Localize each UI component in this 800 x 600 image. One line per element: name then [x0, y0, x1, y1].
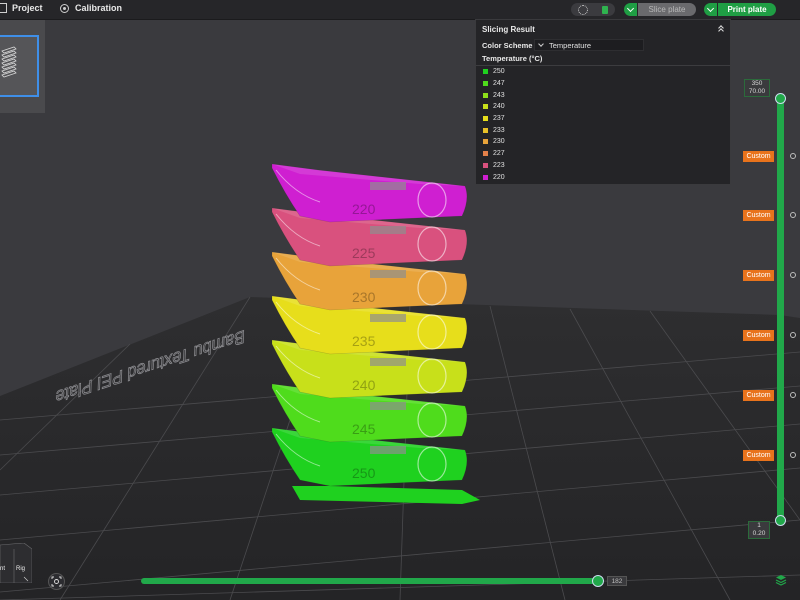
- legend-swatch: [483, 81, 488, 87]
- tag-settings-icon[interactable]: [790, 392, 796, 398]
- legend-item: 247: [483, 78, 505, 90]
- legend-label: 247: [493, 80, 505, 88]
- legend-item: 243: [483, 89, 505, 101]
- tag-settings-icon[interactable]: [790, 452, 796, 458]
- fit-view-icon: [51, 576, 62, 587]
- tower-temperature-label: 235: [352, 333, 376, 349]
- legend-item: 233: [483, 124, 505, 136]
- legend-swatch: [483, 139, 488, 145]
- legend-label: 250: [493, 68, 505, 76]
- legend-swatch: [483, 151, 488, 157]
- panel-title: Slicing Result: [482, 25, 535, 34]
- divider: [476, 65, 730, 66]
- legend-label: 233: [493, 126, 505, 134]
- plate-thumbnail[interactable]: [0, 35, 39, 97]
- tower-temperature-label: 230: [352, 289, 376, 305]
- project-tab-label: Project: [12, 3, 43, 13]
- print-dropdown-button[interactable]: [704, 3, 717, 16]
- legend-item: 237: [483, 113, 505, 125]
- move-slider-handle[interactable]: [592, 575, 604, 587]
- prepare-icon[interactable]: [602, 5, 608, 14]
- legend-item: 223: [483, 160, 505, 172]
- legend-item: 220: [483, 171, 505, 183]
- legend-header: Temperature (°C): [482, 54, 543, 63]
- tower-temperature-label: 240: [352, 377, 376, 393]
- legend-swatch: [483, 127, 488, 133]
- navcube-front-label: nt: [0, 566, 6, 572]
- legend-label: 243: [493, 91, 505, 99]
- custom-gcode-tag[interactable]: Custom: [743, 151, 774, 162]
- tower-block: 220: [271, 163, 468, 223]
- top-layer-height: 70.00: [748, 88, 766, 95]
- tower-temperature-label: 250: [352, 465, 376, 481]
- slicing-result-panel: Slicing Result Color Scheme Temperature …: [475, 19, 731, 185]
- navigation-cube[interactable]: [0, 543, 32, 583]
- legend-label: 227: [493, 150, 505, 158]
- navcube-right-label: Rig: [16, 566, 26, 572]
- calibration-icon: [60, 3, 69, 13]
- layers-icon[interactable]: [775, 574, 787, 586]
- legend-swatch: [483, 174, 488, 180]
- collapse-icon[interactable]: [717, 25, 725, 33]
- legend-label: 240: [493, 103, 505, 111]
- custom-gcode-tag[interactable]: Custom: [743, 270, 774, 281]
- legend-label: 237: [493, 115, 505, 123]
- legend-swatch: [483, 92, 488, 98]
- tower-temperature-label: 220: [352, 201, 376, 217]
- chevron-down-icon: [538, 41, 544, 47]
- move-slider-track[interactable]: [141, 578, 600, 584]
- tag-settings-icon[interactable]: [790, 272, 796, 278]
- slice-dropdown-button[interactable]: [624, 3, 637, 16]
- chevron-down-icon: [626, 4, 635, 13]
- legend-item: 230: [483, 136, 505, 148]
- legend-item: 240: [483, 101, 505, 113]
- custom-gcode-tag[interactable]: Custom: [743, 390, 774, 401]
- legend-label: 223: [493, 161, 505, 169]
- layer-slider-track[interactable]: [777, 97, 784, 521]
- chevron-down-icon: [706, 4, 715, 13]
- temperature-legend: 250 247 243 240 237 233 230 227 223 220: [483, 66, 505, 183]
- calibration-tab[interactable]: Calibration: [60, 3, 122, 13]
- color-scheme-select[interactable]: Temperature: [534, 39, 644, 51]
- custom-gcode-tag[interactable]: Custom: [743, 210, 774, 221]
- tower-temperature-label: 245: [352, 421, 376, 437]
- bottom-layer-height: 0.20: [752, 530, 766, 537]
- bottom-layer-number: 1: [757, 522, 761, 529]
- temperature-tower[interactable]: 250 245 240 235 230 225 220: [271, 163, 480, 504]
- calibration-tab-label: Calibration: [75, 3, 123, 13]
- legend-swatch: [483, 116, 488, 122]
- custom-gcode-tag[interactable]: Custom: [743, 450, 774, 461]
- legend-swatch: [483, 69, 488, 75]
- legend-item: 250: [483, 66, 505, 78]
- slice-plate-button[interactable]: Slice plate: [638, 3, 696, 16]
- preview-icon[interactable]: [578, 4, 588, 15]
- project-icon: [0, 3, 7, 13]
- top-layer-readout: 350 70.00: [744, 79, 770, 97]
- legend-swatch: [483, 162, 488, 168]
- tag-settings-icon[interactable]: [790, 332, 796, 338]
- top-toolbar: Project Calibration Slice plate Print pl…: [0, 0, 800, 20]
- layer-slider-top-handle[interactable]: [775, 93, 786, 104]
- tag-settings-icon[interactable]: [790, 153, 796, 159]
- thumbnail-model-icon: [1, 46, 17, 78]
- layer-slider-bottom-handle[interactable]: [775, 515, 786, 526]
- tower-temperature-label: 225: [352, 245, 376, 261]
- legend-label: 220: [493, 173, 505, 181]
- color-scheme-label: Color Scheme: [482, 41, 533, 50]
- bottom-layer-readout: 1 0.20: [748, 521, 770, 539]
- color-scheme-value: Temperature: [549, 41, 592, 50]
- project-tab[interactable]: Project: [0, 3, 43, 13]
- tag-settings-icon[interactable]: [790, 212, 796, 218]
- top-layer-number: 350: [751, 80, 763, 87]
- print-plate-button[interactable]: Print plate: [718, 3, 776, 16]
- legend-label: 230: [493, 138, 505, 146]
- custom-gcode-tag[interactable]: Custom: [743, 330, 774, 341]
- legend-item: 227: [483, 148, 505, 160]
- view-mode-toggle[interactable]: [571, 3, 615, 16]
- zoom-to-fit-button[interactable]: [48, 573, 65, 590]
- move-slider-value: 182: [607, 576, 627, 586]
- legend-swatch: [483, 104, 488, 110]
